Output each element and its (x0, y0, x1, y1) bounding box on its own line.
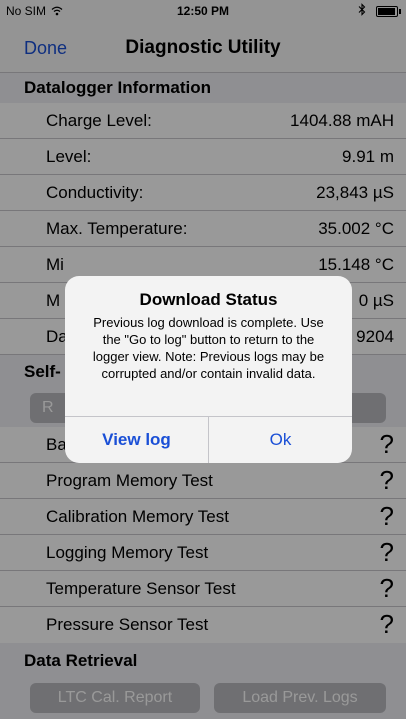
alert-title: Download Status (139, 290, 278, 309)
download-status-alert: Download Status Previous log download is… (65, 276, 352, 463)
alert-message: Previous log download is complete. Use t… (92, 315, 325, 381)
ok-button[interactable]: Ok (209, 417, 352, 463)
view-log-button[interactable]: View log (65, 417, 208, 463)
